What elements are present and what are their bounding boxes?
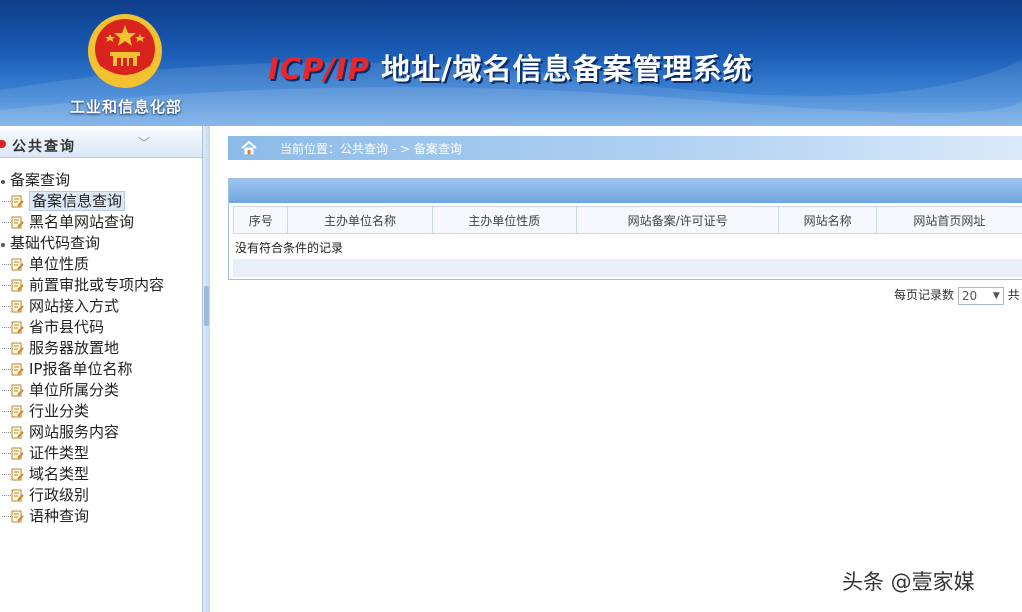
tree-branch-line [2, 516, 11, 517]
tree-branch-line [2, 411, 11, 412]
splitter-grip-handle[interactable] [204, 286, 209, 326]
tree-item[interactable]: 行政级别 [0, 485, 200, 506]
tree-item-label: 基础代码查询 [10, 234, 101, 252]
document-edit-icon [11, 363, 24, 376]
tree-branch-line [2, 390, 11, 391]
tree-branch-line [2, 201, 11, 202]
column-header[interactable]: 网站首页网址 [875, 206, 1022, 234]
tree-item[interactable]: 前置审批或专项内容 [0, 275, 200, 296]
breadcrumb-text: 当前位置：公共查询 - > 备案查询 [280, 142, 462, 156]
tree-branch-line [2, 432, 11, 433]
tree-item-label: 前置审批或专项内容 [29, 276, 165, 294]
tree-group[interactable]: 备案查询 [0, 170, 200, 191]
results-panel: 序号 主办单位名称 主办单位性质 网站备案/许可证号 网站名称 网站首页网址 没有符合条件… [228, 178, 1022, 280]
national-emblem-icon [88, 14, 162, 88]
tree-item-label: 单位性质 [29, 255, 90, 273]
sidebar-splitter[interactable] [202, 126, 210, 612]
column-header[interactable]: 序号 [232, 206, 289, 234]
column-header[interactable]: 网站名称 [778, 206, 877, 234]
total-records-prefix: 共 ( [1007, 288, 1022, 302]
tree-item[interactable]: 单位性质 [0, 254, 200, 275]
tree-item[interactable]: 语种查询 [0, 506, 200, 527]
tree-item-label: 网站服务内容 [29, 423, 120, 441]
tree-item-label: 证件类型 [29, 444, 90, 462]
per-page-value: 20 [961, 288, 978, 303]
tree-item-label: 服务器放置地 [29, 339, 120, 357]
breadcrumb: 当前位置：公共查询 - > 备案查询 [228, 136, 1022, 160]
tree-branch-line [2, 327, 11, 328]
tree-item-label: 网站接入方式 [29, 297, 120, 315]
collapse-chevron-icon[interactable]: ﹀ [138, 134, 150, 151]
sidebar-section-header[interactable]: 公共查询 ﹀ [0, 130, 202, 158]
document-edit-icon [11, 384, 24, 397]
document-edit-icon [11, 468, 24, 481]
tree-item[interactable]: 网站接入方式 [0, 296, 200, 317]
tree-item[interactable]: 服务器放置地 [0, 338, 200, 359]
document-edit-icon [11, 300, 24, 313]
tree-item[interactable]: 备案信息查询 [0, 191, 200, 212]
tree-branch-line [2, 453, 11, 454]
per-page-select[interactable]: 20 ▼ [957, 286, 1004, 305]
system-title: ICP/IP 地址/域名信息备案管理系统 [268, 46, 753, 88]
tree-item-label: 语种查询 [29, 507, 90, 525]
results-table: 序号 主办单位名称 主办单位性质 网站备案/许可证号 网站名称 网站首页网址 [232, 206, 1022, 234]
document-edit-icon [11, 216, 24, 229]
ministry-name: 工业和信息化部 [69, 98, 182, 116]
tree-item[interactable]: 单位所属分类 [0, 380, 200, 401]
results-panel-titlebar [229, 179, 1022, 203]
tree-item[interactable]: IP报备单位名称 [0, 359, 200, 380]
tree-item-label: 域名类型 [29, 465, 90, 483]
tree-item-label: IP报备单位名称 [29, 360, 133, 378]
tree-branch-line [2, 495, 11, 496]
document-edit-icon [11, 279, 24, 292]
section-bullet-icon [0, 140, 6, 148]
header-banner: 工业和信息化部 ICP/IP 地址/域名信息备案管理系统 [0, 0, 1022, 126]
tree-branch-line [2, 348, 11, 349]
column-header[interactable]: 网站备案/许可证号 [575, 206, 780, 234]
tree-item-label: 黑名单网站查询 [29, 213, 135, 231]
tree-item[interactable]: 证件类型 [0, 443, 200, 464]
tree-branch-line [2, 285, 11, 286]
column-header[interactable]: 主办单位名称 [287, 206, 433, 234]
sidebar-section-title: 公共查询 [12, 139, 76, 155]
tree-item-label: 行政级别 [29, 486, 90, 504]
document-edit-icon [11, 342, 24, 355]
system-title-cn: 地址/域名信息备案管理系统 [369, 52, 753, 86]
tree-item[interactable]: 域名类型 [0, 464, 200, 485]
source-watermark: 头条 @壹家媒 [842, 570, 975, 594]
tree-item-label: 备案查询 [10, 171, 71, 189]
tree-item-label: 单位所属分类 [29, 381, 120, 399]
tree-branch-line [2, 474, 11, 475]
tree-group[interactable]: 基础代码查询 [0, 233, 200, 254]
tree-branch-line [2, 306, 11, 307]
per-page-label: 每页记录数 [894, 288, 955, 302]
system-title-latin: ICP/IP [268, 52, 370, 86]
tree-item-label: 省市县代码 [29, 318, 105, 336]
table-header-row: 序号 主办单位名称 主办单位性质 网站备案/许可证号 网站名称 网站首页网址 [232, 206, 1022, 234]
document-edit-icon [11, 510, 24, 523]
home-icon[interactable] [240, 139, 258, 157]
tree-branch-line [2, 369, 11, 370]
document-edit-icon [11, 426, 24, 439]
tree-item-label: 行业分类 [29, 402, 90, 420]
pager: 每页记录数 20 ▼ 共 ( [894, 286, 1022, 305]
column-header[interactable]: 主办单位性质 [431, 206, 577, 234]
sidebar-tree: 备案查询备案信息查询 黑名单网站查询基础代码查询单位性质前置审批或专项内容 网站接入… [0, 170, 200, 527]
tree-item[interactable]: 黑名单网站查询 [0, 212, 200, 233]
tree-item[interactable]: 网站服务内容 [0, 422, 200, 443]
dropdown-arrow-icon: ▼ [992, 290, 1000, 301]
results-panel-footer [233, 259, 1022, 277]
document-edit-icon [11, 321, 24, 334]
tree-branch-line [2, 264, 11, 265]
tree-item[interactable]: 行业分类 [0, 401, 200, 422]
tree-item[interactable]: 省市县代码 [0, 317, 200, 338]
document-edit-icon [11, 489, 24, 502]
tree-item-label: 备案信息查询 [29, 191, 126, 211]
document-edit-icon [11, 447, 24, 460]
empty-results-message: 没有符合条件的记录 [235, 241, 344, 255]
document-edit-icon [11, 258, 24, 271]
tree-branch-line [2, 222, 11, 223]
document-edit-icon [11, 405, 24, 418]
document-edit-icon [11, 195, 24, 208]
